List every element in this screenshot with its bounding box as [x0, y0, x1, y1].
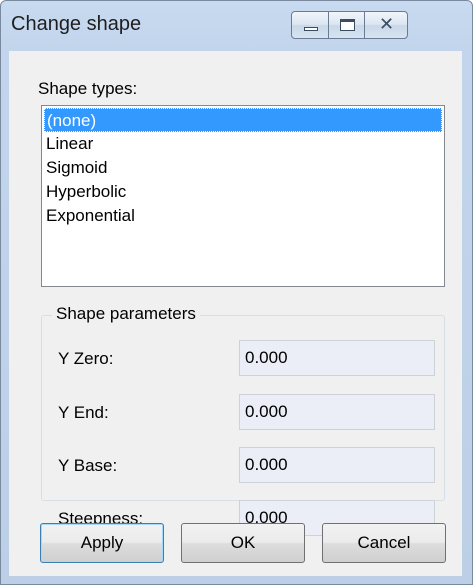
y-end-field[interactable]: 0.000 — [239, 394, 435, 430]
y-zero-label: Y Zero: — [58, 349, 114, 368]
window-title: Change shape — [11, 13, 142, 35]
list-item[interactable]: Linear — [44, 132, 442, 156]
dialog-window: Change shape ✕ Shape types: (none) Linea… — [0, 0, 473, 585]
dialog-client-area: Shape types: (none) Linear Sigmoid Hyper… — [9, 51, 462, 576]
close-button[interactable]: ✕ — [364, 11, 408, 39]
maximize-button[interactable] — [328, 11, 365, 39]
y-end-label: Y End: — [58, 403, 109, 422]
apply-button[interactable]: Apply — [40, 523, 164, 563]
y-base-label: Y Base: — [58, 456, 118, 475]
minimize-icon — [304, 27, 318, 31]
list-item[interactable]: Exponential — [44, 204, 442, 228]
shape-types-label: Shape types: — [38, 79, 138, 98]
cancel-button[interactable]: Cancel — [322, 523, 446, 563]
list-item[interactable]: Sigmoid — [44, 156, 442, 180]
close-icon: ✕ — [379, 14, 395, 35]
list-item[interactable]: Hyperbolic — [44, 180, 442, 204]
maximize-icon — [340, 19, 355, 31]
y-base-field[interactable]: 0.000 — [239, 447, 435, 483]
shape-types-list[interactable]: (none) Linear Sigmoid Hyperbolic Exponen… — [41, 105, 445, 287]
list-item[interactable]: (none) — [44, 108, 442, 132]
shape-parameters-title: Shape parameters — [52, 304, 200, 324]
minimize-button[interactable] — [291, 11, 329, 39]
y-zero-field[interactable]: 0.000 — [239, 340, 435, 376]
ok-button[interactable]: OK — [181, 523, 305, 563]
